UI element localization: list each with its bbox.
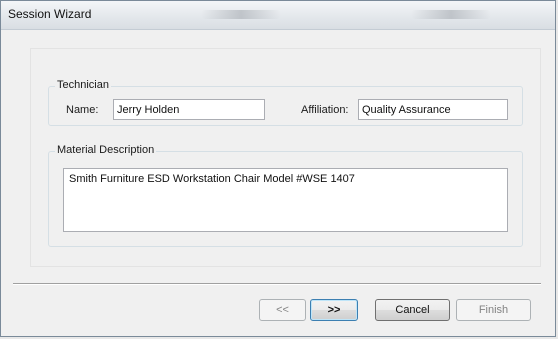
name-field[interactable] [113,99,265,120]
next-button[interactable]: >> [310,299,358,321]
finish-button[interactable]: Finish [456,299,531,321]
button-separator [13,283,541,285]
title-bar[interactable]: Session Wizard [1,1,555,30]
cancel-button[interactable]: Cancel [375,299,450,321]
back-button[interactable]: << [259,299,306,321]
material-description-field[interactable]: Smith Furniture ESD Workstation Chair Mo… [63,168,508,232]
technician-group-label: Technician [55,79,111,91]
affiliation-label: Affiliation: [301,104,349,116]
material-description-group-label: Material Description [55,144,157,156]
affiliation-field[interactable] [358,99,508,120]
title-bar-glow [201,10,281,19]
name-label: Name: [66,104,99,116]
session-wizard-dialog: Session Wizard Technician Name: Affiliat… [0,0,556,337]
title-bar-glow [411,10,491,19]
window-title: Session Wizard [8,7,92,21]
